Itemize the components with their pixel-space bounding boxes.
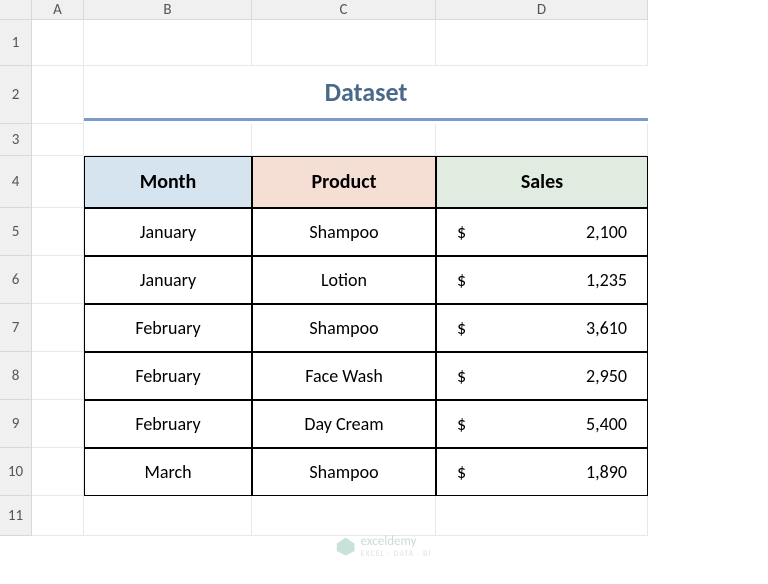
dataset-title[interactable]: Dataset: [84, 66, 648, 121]
sales-value: 2,950: [586, 365, 627, 387]
table-cell-month[interactable]: February: [84, 400, 252, 448]
cell-A1[interactable]: [32, 20, 84, 66]
row-header-8[interactable]: 8: [0, 352, 32, 400]
table-cell-month[interactable]: February: [84, 304, 252, 352]
cell-A3[interactable]: [32, 124, 84, 156]
cell-A2[interactable]: [32, 66, 84, 124]
table-cell-sales[interactable]: $5,400: [436, 400, 648, 448]
table-cell-month[interactable]: January: [84, 256, 252, 304]
table-cell-product[interactable]: Face Wash: [252, 352, 436, 400]
table-cell-sales[interactable]: $1,235: [436, 256, 648, 304]
watermark-brand: exceldemy: [361, 534, 417, 549]
row-header-9[interactable]: 9: [0, 400, 32, 448]
row-header-6[interactable]: 6: [0, 256, 32, 304]
col-header-B[interactable]: B: [84, 0, 252, 20]
cell-C1[interactable]: [252, 20, 436, 66]
cell-A8[interactable]: [32, 352, 84, 400]
currency-symbol: $: [457, 413, 466, 435]
row-header-4[interactable]: 4: [0, 156, 32, 208]
cell-D3[interactable]: [436, 124, 648, 156]
header-month[interactable]: Month: [84, 156, 252, 208]
table-cell-sales[interactable]: $2,950: [436, 352, 648, 400]
table-cell-product[interactable]: Shampoo: [252, 208, 436, 256]
cell-C3[interactable]: [252, 124, 436, 156]
table-cell-product[interactable]: Day Cream: [252, 400, 436, 448]
cell-A11[interactable]: [32, 496, 84, 536]
spreadsheet-grid: A B C D 1 2 Dataset 3 4 Month Product Sa…: [0, 0, 768, 536]
table-cell-sales[interactable]: $2,100: [436, 208, 648, 256]
sales-value: 1,235: [586, 269, 627, 291]
cell-C11[interactable]: [252, 496, 436, 536]
cell-B1[interactable]: [84, 20, 252, 66]
select-all-corner[interactable]: [0, 0, 32, 20]
table-cell-month[interactable]: February: [84, 352, 252, 400]
cell-A6[interactable]: [32, 256, 84, 304]
header-product[interactable]: Product: [252, 156, 436, 208]
table-cell-product[interactable]: Lotion: [252, 256, 436, 304]
cell-A10[interactable]: [32, 448, 84, 496]
row-header-3[interactable]: 3: [0, 124, 32, 156]
row-header-7[interactable]: 7: [0, 304, 32, 352]
row-header-1[interactable]: 1: [0, 20, 32, 66]
col-header-D[interactable]: D: [436, 0, 648, 20]
cell-D11[interactable]: [436, 496, 648, 536]
row-header-5[interactable]: 5: [0, 208, 32, 256]
cell-D1[interactable]: [436, 20, 648, 66]
currency-symbol: $: [457, 221, 466, 243]
currency-symbol: $: [457, 461, 466, 483]
currency-symbol: $: [457, 269, 466, 291]
row-header-11[interactable]: 11: [0, 496, 32, 536]
table-cell-sales[interactable]: $3,610: [436, 304, 648, 352]
cell-B3[interactable]: [84, 124, 252, 156]
table-cell-sales[interactable]: $1,890: [436, 448, 648, 496]
table-cell-product[interactable]: Shampoo: [252, 448, 436, 496]
sales-value: 1,890: [586, 461, 627, 483]
watermark-logo-icon: [337, 538, 355, 556]
cell-A5[interactable]: [32, 208, 84, 256]
sales-value: 3,610: [586, 317, 627, 339]
currency-symbol: $: [457, 317, 466, 339]
cell-A7[interactable]: [32, 304, 84, 352]
cell-A9[interactable]: [32, 400, 84, 448]
table-cell-month[interactable]: March: [84, 448, 252, 496]
col-header-A[interactable]: A: [32, 0, 84, 20]
row-header-10[interactable]: 10: [0, 448, 32, 496]
currency-symbol: $: [457, 365, 466, 387]
table-cell-month[interactable]: January: [84, 208, 252, 256]
cell-B11[interactable]: [84, 496, 252, 536]
header-sales[interactable]: Sales: [436, 156, 648, 208]
row-header-2[interactable]: 2: [0, 66, 32, 124]
sales-value: 5,400: [586, 413, 627, 435]
watermark: exceldemy EXCEL · DATA · BI: [337, 534, 432, 559]
sales-value: 2,100: [586, 221, 627, 243]
col-header-C[interactable]: C: [252, 0, 436, 20]
cell-A4[interactable]: [32, 156, 84, 208]
table-cell-product[interactable]: Shampoo: [252, 304, 436, 352]
watermark-tagline: EXCEL · DATA · BI: [361, 549, 432, 559]
